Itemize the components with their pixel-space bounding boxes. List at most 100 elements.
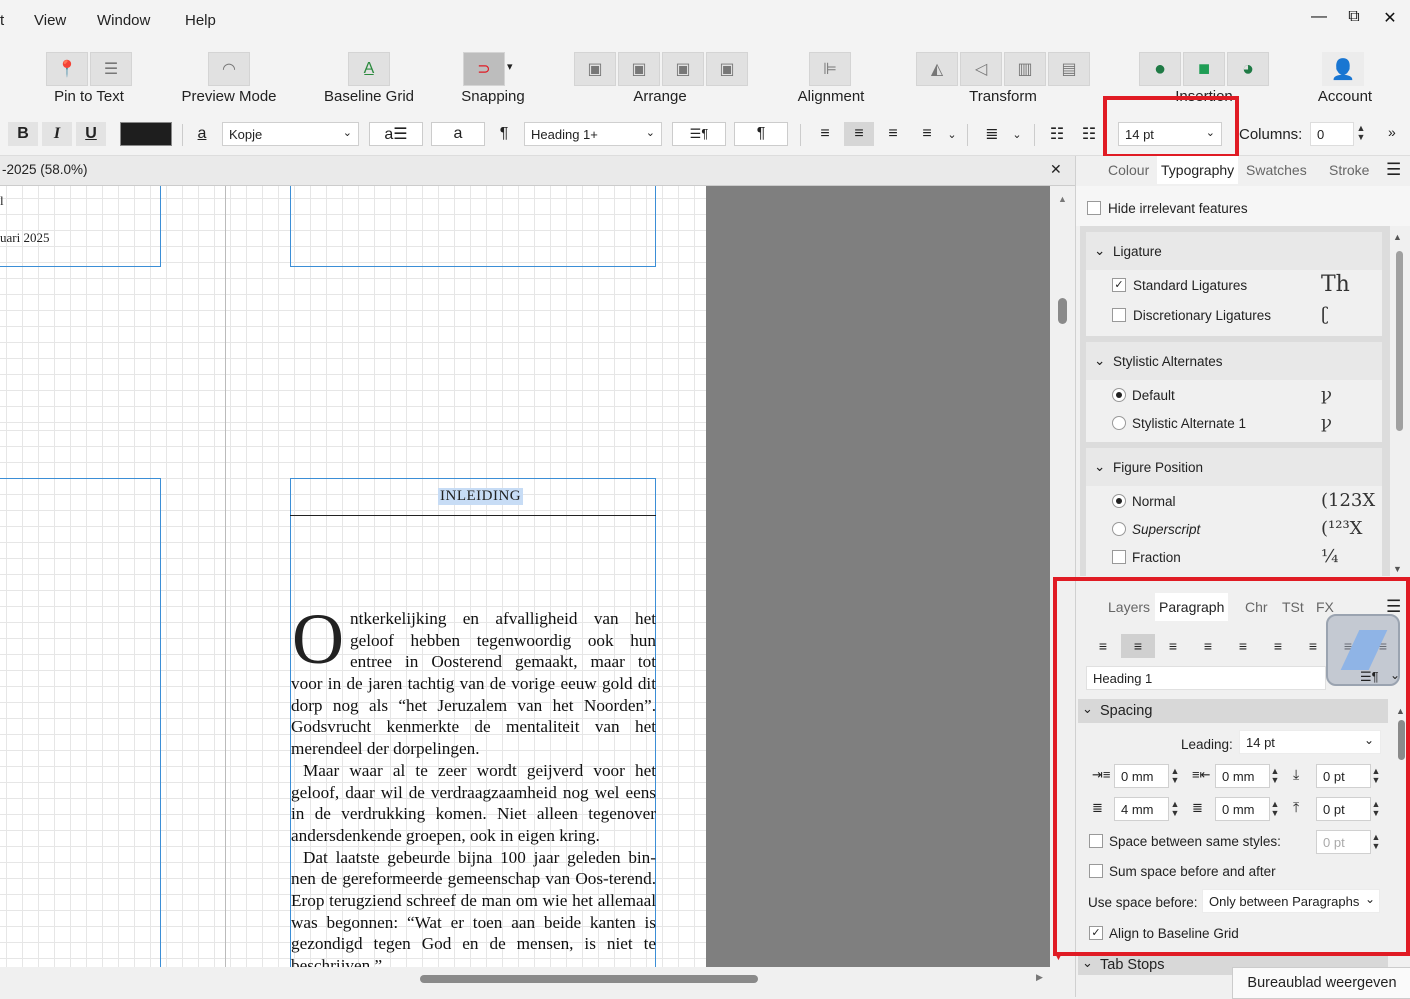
justify-all-icon[interactable]: ≡ xyxy=(1296,634,1330,658)
pin-icon[interactable]: 📍 xyxy=(46,52,88,86)
justify-center-icon[interactable]: ≡ xyxy=(1226,634,1260,658)
rotate-left-icon[interactable]: ▥ xyxy=(1004,52,1046,86)
arrange-front-icon[interactable]: ▣ xyxy=(706,52,748,86)
scroll-up-icon[interactable]: ▲ xyxy=(1396,706,1405,716)
close-window-button[interactable]: ✕ xyxy=(1375,8,1405,28)
chevron-down-icon[interactable]: ⌄ xyxy=(1094,243,1105,259)
leading-select[interactable]: 14 pt ⌄ xyxy=(1239,730,1381,754)
align-center-icon[interactable]: ≡ xyxy=(1121,634,1155,658)
tab-typography[interactable]: Typography xyxy=(1157,156,1239,184)
pin-to-text-group[interactable]: 📍 ☰ Pin to Text xyxy=(0,50,180,108)
stylistic-alternate-1-radio[interactable] xyxy=(1112,416,1126,430)
alignment-group[interactable]: ⊫ Alignment xyxy=(790,50,870,108)
menu-help[interactable]: Help xyxy=(185,12,216,29)
tab-swatches[interactable]: Swatches xyxy=(1242,156,1311,184)
right-indent-spinner[interactable]: ▲ ▼ xyxy=(1270,767,1280,785)
fraction-checkbox[interactable] xyxy=(1112,550,1126,564)
minimize-button[interactable]: — xyxy=(1304,8,1334,26)
text-frame[interactable] xyxy=(0,186,161,267)
insert-frame-icon[interactable]: ■ xyxy=(1183,52,1225,86)
space-before-input[interactable]: 0 pt xyxy=(1316,764,1371,788)
snapping-magnet-icon[interactable]: ⊃ xyxy=(463,52,505,86)
snapping-chevron-icon[interactable]: ▾ xyxy=(507,60,513,73)
columns-spinner[interactable]: ▲ ▼ xyxy=(1356,124,1366,142)
document-title[interactable]: -2025 (58.0%) xyxy=(2,162,88,177)
paragraph-style-select[interactable]: Heading 1+ ⌄ xyxy=(524,122,662,146)
font-size-select[interactable]: 14 pt ⌄ xyxy=(1118,122,1222,146)
use-space-before-select[interactable]: Only between Paragraphs ⌄ xyxy=(1202,889,1380,913)
flip-horizontal-icon[interactable]: ◭ xyxy=(916,52,958,86)
align-center-icon[interactable]: ≡ xyxy=(844,122,874,146)
menu-window[interactable]: Window xyxy=(97,12,150,29)
account-icon[interactable]: 👤 xyxy=(1322,52,1364,86)
chevron-down-icon[interactable]: ⌄ xyxy=(1390,668,1400,682)
body-text[interactable]: voor in de jaren tachtig van de vorige e… xyxy=(291,673,656,967)
alignment-icon[interactable]: ⊫ xyxy=(809,52,851,86)
insertion-group[interactable]: ● ■ ◕ Insertion xyxy=(1135,50,1275,108)
menu-truncated[interactable]: t xyxy=(0,12,4,29)
menu-view[interactable]: View xyxy=(34,12,66,29)
space-after-input[interactable]: 0 pt xyxy=(1316,797,1371,821)
heading-text[interactable]: INLEIDING xyxy=(438,488,524,505)
sum-space-checkbox[interactable] xyxy=(1089,864,1103,878)
space-same-styles-spinner[interactable]: ▲ ▼ xyxy=(1371,833,1381,851)
chevron-down-icon[interactable]: ⌄ xyxy=(1094,459,1105,475)
arrange-back-icon[interactable]: ▣ xyxy=(574,52,616,86)
snapping-group[interactable]: ⊃ ▾ Snapping xyxy=(450,50,540,108)
transform-group[interactable]: ◭ ◁ ▥ ▤ Transform xyxy=(912,50,1092,108)
align-right-icon[interactable]: ≡ xyxy=(1156,634,1190,658)
space-before-spinner[interactable]: ▲ ▼ xyxy=(1371,767,1381,785)
align-right-icon[interactable]: ≡ xyxy=(878,122,908,146)
preview-eye-icon[interactable]: ◠ xyxy=(208,52,250,86)
canvas-horizontal-scrollbar[interactable]: ▶ xyxy=(0,967,1050,989)
text-frame[interactable] xyxy=(0,478,161,967)
tab-character[interactable]: Chr xyxy=(1241,593,1272,621)
tab-colour[interactable]: Colour xyxy=(1104,156,1153,184)
vertical-align-chevron-icon[interactable]: ⌄ xyxy=(1008,122,1026,146)
paragraph-scrollbar-thumb[interactable] xyxy=(1398,720,1405,760)
vertical-align-icon[interactable]: ≣ xyxy=(977,122,1007,146)
tab-text-styles[interactable]: TSt xyxy=(1278,593,1308,621)
account-group[interactable]: 👤 Account xyxy=(1300,50,1400,108)
char-style-select[interactable]: Kopje ⌄ xyxy=(222,122,359,146)
justify-left-icon[interactable]: ≡ xyxy=(1191,634,1225,658)
bullet-list-icon[interactable]: ☷ xyxy=(1044,122,1070,146)
discretionary-ligatures-checkbox[interactable] xyxy=(1112,308,1126,322)
chevron-down-icon[interactable]: ⌄ xyxy=(1094,353,1105,369)
paragraph-style-options-icon[interactable]: ☰¶ xyxy=(1360,669,1379,685)
italic-button[interactable]: I xyxy=(42,122,72,146)
default-radio[interactable] xyxy=(1112,388,1126,402)
typography-scrollbar-thumb[interactable] xyxy=(1396,251,1403,431)
scrollbar-thumb[interactable] xyxy=(420,975,758,983)
scroll-right-icon[interactable]: ▶ xyxy=(1036,972,1043,983)
restore-button[interactable]: ⧉ xyxy=(1339,8,1369,26)
scrollbar-thumb[interactable] xyxy=(1058,298,1067,324)
panel-menu-icon[interactable]: ☰ xyxy=(1386,160,1401,180)
text-color-swatch[interactable] xyxy=(120,122,172,146)
insert-pie-icon[interactable]: ◕ xyxy=(1227,52,1269,86)
last-line-indent-input[interactable]: 0 mm xyxy=(1215,797,1270,821)
normal-radio[interactable] xyxy=(1112,494,1126,508)
toolbar-overflow-button[interactable]: » xyxy=(1388,124,1396,140)
scroll-up-icon[interactable]: ▲ xyxy=(1393,232,1402,242)
chevron-down-icon[interactable]: ⌄ xyxy=(1082,955,1093,971)
scroll-down-icon[interactable]: ▼ xyxy=(1054,952,1063,962)
canvas-vertical-scrollbar[interactable]: ▲ xyxy=(1050,186,1075,967)
paragraph-style-field[interactable]: Heading 1 xyxy=(1086,666,1326,690)
baseline-grid-icon[interactable]: A̲ xyxy=(348,52,390,86)
tab-stroke[interactable]: Stroke xyxy=(1325,156,1373,184)
tab-layers[interactable]: Layers xyxy=(1104,593,1154,621)
scroll-down-icon[interactable]: ▼ xyxy=(1393,564,1402,574)
close-document-icon[interactable]: ✕ xyxy=(1050,161,1062,178)
last-line-indent-spinner[interactable]: ▲ ▼ xyxy=(1270,800,1280,818)
space-same-styles-input[interactable]: 0 pt xyxy=(1316,830,1371,854)
flip-vertical-icon[interactable]: ◁ xyxy=(960,52,1002,86)
arrange-forward-icon[interactable]: ▣ xyxy=(662,52,704,86)
paragraph-1-lines[interactable]: ntkerkelijking en afvalligheid van het g… xyxy=(350,608,656,673)
rotate-right-icon[interactable]: ▤ xyxy=(1048,52,1090,86)
figure-position-title[interactable]: Figure Position xyxy=(1113,460,1203,475)
arrange-backward-icon[interactable]: ▣ xyxy=(618,52,660,86)
hide-irrelevant-checkbox[interactable] xyxy=(1087,201,1101,215)
baseline-grid-group[interactable]: A̲ Baseline Grid xyxy=(320,50,420,108)
document-canvas[interactable]: l uari 2025 INLEIDING O ntkerkelijking e… xyxy=(0,186,1050,967)
